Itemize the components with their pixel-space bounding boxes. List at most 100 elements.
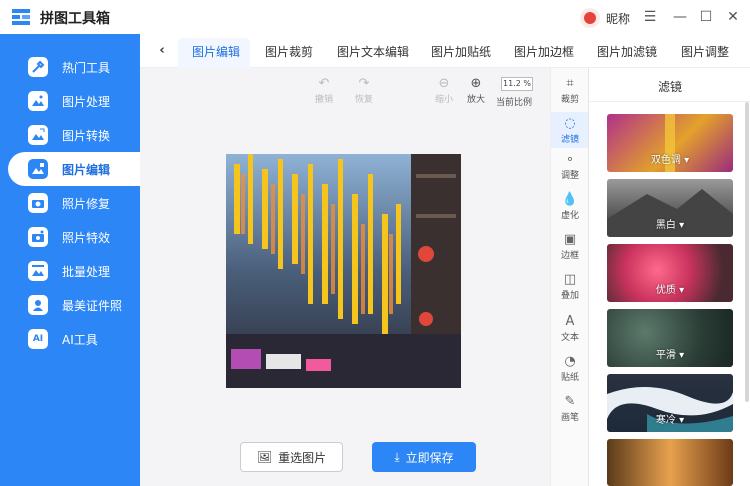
undo-label: 撤销 (314, 95, 333, 105)
back-icon[interactable]: ‹ (154, 43, 170, 59)
filter-card-premium[interactable]: 优质 ▾ (607, 244, 733, 302)
menu-icon[interactable]: ☰ (641, 7, 659, 27)
zoom-out-label: 缩小 (434, 95, 453, 105)
zoom-in-button[interactable]: ⊕ 放大 (459, 76, 493, 105)
filter-card-duotone[interactable]: 双色调 ▾ (607, 114, 733, 172)
filter-label: 优质 ▾ (655, 285, 685, 296)
zoom-out-button[interactable]: ⊖ 缩小 (427, 76, 461, 105)
sidebar-item-label: AI工具 (62, 332, 98, 347)
redo-button[interactable]: ↷ 恢复 (347, 76, 381, 105)
sidebar-item-image-process[interactable]: 图片处理 (8, 84, 140, 118)
filter-panel: 滤镜 双色调 ▾ 黑白 ▾ 优质 ▾ 平滑 ▾ 寒冷 ▾ (588, 68, 750, 486)
avatar[interactable] (580, 8, 600, 28)
image-convert-icon (28, 125, 48, 145)
save-now-button[interactable]: ⤓ 立即保存 (372, 442, 476, 472)
rail-item-brush[interactable]: ✎ 画笔 (551, 394, 589, 428)
save-label: 立即保存 (405, 450, 454, 465)
divider (589, 101, 750, 102)
undo-button[interactable]: ↶ 撤销 (307, 76, 341, 105)
tools-icon (28, 57, 48, 77)
sidebar-item-label: 照片修复 (62, 196, 111, 211)
zoom-in-icon: ⊕ (470, 76, 482, 91)
reselect-image-button[interactable]: 🖼 重选图片 (240, 442, 343, 472)
batch-icon (28, 261, 48, 281)
filter-card-warm[interactable] (607, 439, 733, 486)
sidebar-item-label: 图片处理 (62, 94, 111, 109)
sidebar-item-photo-effect[interactable]: 照片特效 (8, 220, 140, 254)
text-icon: A (565, 314, 575, 329)
sidebar-item-id-photo[interactable]: 最美证件照 (8, 288, 140, 322)
minimize-icon[interactable]: — (671, 7, 689, 27)
camera-icon (28, 193, 48, 213)
sidebar-item-label: 热门工具 (62, 60, 111, 75)
blur-icon: 💧 (561, 192, 579, 207)
rail-item-blur[interactable]: 💧 虚化 (551, 192, 589, 226)
frame-icon: ▣ (563, 232, 577, 247)
rail-item-label: 裁剪 (560, 95, 579, 105)
tab-image-text[interactable]: 图片文本编辑 (337, 43, 409, 60)
zoom-value[interactable]: 11.2 % (501, 77, 533, 91)
tab-bar: ‹ 图片编辑 图片裁剪 图片文本编辑 图片加贴纸 图片加边框 图片加滤镜 图片调… (140, 34, 750, 68)
reselect-label: 重选图片 (278, 450, 327, 465)
edited-photo (226, 154, 461, 388)
undo-icon: ↶ (318, 76, 330, 91)
sidebar-item-label: 批量处理 (62, 264, 111, 279)
nickname[interactable]: 昵称 (606, 10, 630, 27)
tab-image-edit[interactable]: 图片编辑 (192, 43, 240, 60)
download-icon: ⤓ (394, 449, 400, 464)
image-icon (28, 91, 48, 111)
crop-icon: ⌗ (566, 76, 574, 91)
image-edit-icon (28, 159, 48, 179)
close-icon[interactable]: ✕ (724, 7, 742, 27)
filter-icon: ◌ (564, 116, 576, 131)
rail-item-label: 画笔 (560, 413, 579, 423)
tab-image-crop[interactable]: 图片裁剪 (265, 43, 313, 60)
rail-item-label: 滤镜 (560, 135, 579, 145)
editor-canvas: ↶ 撤销 ↷ 恢复 ⊖ 缩小 ⊕ 放大 11.2 % 当前比例 🖼 重选图片 ⤓… (140, 68, 550, 486)
sidebar-item-ai-tools[interactable]: AI AI工具 (8, 322, 140, 356)
rail-item-text[interactable]: A 文本 (551, 314, 589, 348)
sidebar-item-image-convert[interactable]: 图片转换 (8, 118, 140, 152)
sidebar: 热门工具 图片处理 图片转换 图片编辑 照片修复 照片特效 批量处理 最美证件照… (0, 34, 140, 486)
filter-card-smooth[interactable]: 平滑 ▾ (607, 309, 733, 367)
rail-item-adjust[interactable]: ∘ 调整 (551, 152, 589, 186)
tab-image-filter[interactable]: 图片加滤镜 (597, 43, 657, 60)
filter-label: 黑白 ▾ (655, 220, 685, 231)
zoom-ratio-label: 当前比例 (496, 98, 533, 108)
sidebar-item-batch[interactable]: 批量处理 (8, 254, 140, 288)
sidebar-item-label: 照片特效 (62, 230, 111, 245)
rail-item-crop[interactable]: ⌗ 裁剪 (551, 74, 589, 108)
ai-icon: AI (28, 329, 48, 349)
sidebar-item-label: 图片转换 (62, 128, 111, 143)
sidebar-item-label: 图片编辑 (62, 162, 111, 177)
tab-image-border[interactable]: 图片加边框 (514, 43, 574, 60)
filter-card-bw[interactable]: 黑白 ▾ (607, 179, 733, 237)
filter-card-cold[interactable]: 寒冷 ▾ (607, 374, 733, 432)
title-bar: 拼图工具箱 昵称 ☰ — ☐ ✕ (0, 0, 750, 34)
filter-label: 平滑 ▾ (655, 350, 685, 361)
rail-item-filter[interactable]: ◌ 滤镜 (551, 112, 589, 148)
sidebar-item-hot-tools[interactable]: 热门工具 (8, 50, 140, 84)
sticker-icon: ◔ (564, 354, 576, 369)
image-icon: 🖼 (256, 450, 273, 464)
maximize-icon[interactable]: ☐ (697, 7, 715, 27)
rail-item-sticker[interactable]: ◔ 贴纸 (551, 354, 589, 388)
sidebar-item-photo-repair[interactable]: 照片修复 (8, 186, 140, 220)
tab-image-adjust[interactable]: 图片调整 (681, 43, 729, 60)
id-photo-icon (28, 295, 48, 315)
filter-label: 寒冷 ▾ (655, 415, 685, 426)
overlay-icon: ◫ (563, 272, 577, 287)
rail-item-label: 叠加 (560, 291, 579, 301)
rail-item-frame[interactable]: ▣ 边框 (551, 232, 589, 266)
rail-item-label: 虚化 (560, 211, 579, 221)
camera-effect-icon (28, 227, 48, 247)
redo-label: 恢复 (354, 95, 373, 105)
brush-icon: ✎ (564, 394, 576, 409)
redo-icon: ↷ (358, 76, 370, 91)
scrollbar[interactable] (745, 102, 749, 402)
filter-panel-title: 滤镜 (657, 80, 682, 94)
rail-item-overlay[interactable]: ◫ 叠加 (551, 272, 589, 306)
tab-image-sticker[interactable]: 图片加贴纸 (431, 43, 491, 60)
adjust-icon: ∘ (565, 152, 575, 167)
sidebar-item-image-edit[interactable]: 图片编辑 (8, 152, 140, 186)
